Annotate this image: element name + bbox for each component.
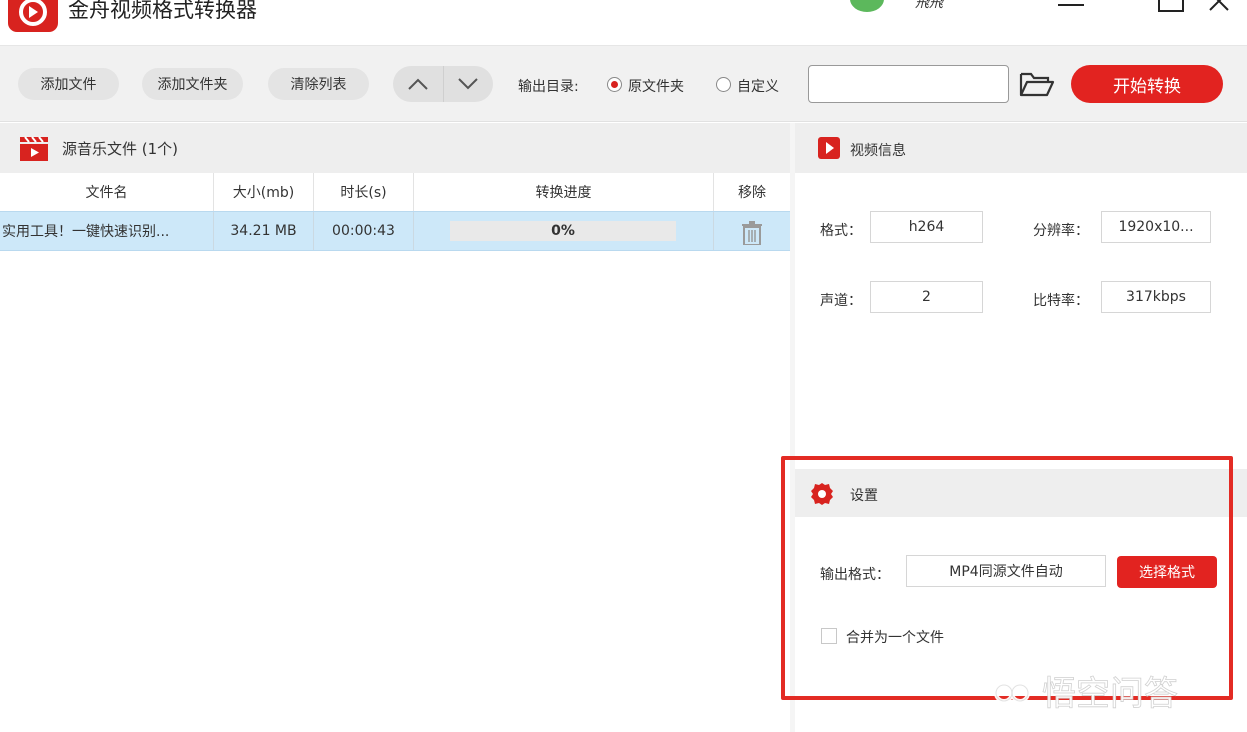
open-folder-icon[interactable] [1018, 69, 1056, 99]
column-header-duration: 时长(s) [313, 173, 413, 211]
chevron-down-icon [458, 78, 478, 90]
toolbar: 添加文件 添加文件夹 清除列表 输出目录: 原文件夹 自定义 开始转换 [0, 46, 1247, 122]
svg-text:悟空问答: 悟空问答 [1042, 674, 1178, 711]
move-down-button[interactable] [442, 66, 494, 102]
gear-icon [810, 482, 834, 506]
channels-label: 声道： [820, 293, 862, 309]
start-convert-button[interactable]: 开始转换 [1071, 65, 1223, 103]
output-dir-label: 输出目录: [518, 79, 579, 95]
column-header-name: 文件名 [85, 185, 128, 201]
wukong-watermark-logo: 悟空问答 [992, 671, 1228, 714]
column-header-remove: 移除 [713, 173, 790, 211]
format-value: h264 [870, 211, 983, 243]
progress-bar: 0% [450, 221, 676, 241]
user-avatar-icon[interactable] [850, 0, 884, 12]
file-size-cell: 34.21 MB [213, 212, 313, 250]
move-buttons [393, 66, 493, 102]
title-bar: 金舟视频格式转换器 飛飛 [0, 0, 1247, 46]
add-file-button[interactable]: 添加文件 [18, 68, 119, 100]
column-header-progress: 转换进度 [413, 173, 713, 211]
merge-checkbox[interactable] [821, 628, 837, 644]
file-list-title: 源音乐文件 (1个) [62, 140, 179, 158]
resolution-value: 1920x10... [1101, 211, 1211, 243]
bitrate-label: 比特率： [1033, 293, 1089, 309]
bitrate-value: 317kbps [1101, 281, 1211, 313]
merge-label[interactable]: 合并为一个文件 [846, 627, 944, 647]
radio-custom-label[interactable]: 自定义 [737, 76, 779, 96]
progress-text: 0% [551, 223, 575, 239]
radio-custom-folder[interactable] [716, 77, 731, 92]
trash-icon[interactable] [741, 221, 763, 246]
app-window: 金舟视频格式转换器 飛飛 添加文件 添加文件夹 清除列表 输出目录: 原文件夹 … [0, 0, 1247, 732]
app-title: 金舟视频格式转换器 [68, 0, 257, 22]
chevron-up-icon [408, 78, 428, 90]
resolution-label: 分辨率： [1033, 223, 1089, 239]
user-name[interactable]: 飛飛 [915, 0, 943, 12]
clear-list-button[interactable]: 清除列表 [268, 68, 369, 100]
settings-title: 设置 [850, 488, 878, 504]
file-list-header: 源音乐文件 (1个) [0, 123, 790, 173]
choose-format-button[interactable]: 选择格式 [1117, 556, 1217, 588]
clapperboard-icon [20, 135, 48, 161]
file-list-panel: 源音乐文件 (1个) 文件名 大小(mb) 时长(s) 转换进度 移除 实用工具… [0, 123, 790, 732]
video-info-header: 视频信息 [795, 123, 1247, 173]
column-header-size: 大小(mb) [213, 173, 313, 211]
add-folder-button[interactable]: 添加文件夹 [142, 68, 243, 100]
output-format-label: 输出格式： [820, 567, 890, 583]
maximize-icon[interactable] [1158, 0, 1184, 12]
move-up-button[interactable] [393, 66, 443, 102]
table-row[interactable]: 实用工具！一键快速识别... 34.21 MB 00:00:43 0% [0, 211, 790, 251]
output-format-value: MP4同源文件自动 [906, 555, 1106, 587]
file-name-cell: 实用工具！一键快速识别... [2, 224, 170, 240]
channels-value: 2 [870, 281, 983, 313]
panel-divider [790, 123, 795, 732]
play-icon [818, 137, 840, 159]
file-duration-cell: 00:00:43 [313, 212, 413, 250]
file-table-header: 文件名 大小(mb) 时长(s) 转换进度 移除 [0, 173, 790, 211]
settings-header: 设置 [795, 469, 1247, 517]
app-logo-icon [8, 0, 58, 32]
video-info-title: 视频信息 [850, 143, 906, 159]
format-label: 格式： [820, 223, 862, 239]
radio-original-label[interactable]: 原文件夹 [628, 76, 684, 96]
radio-original-folder[interactable] [607, 77, 622, 92]
output-path-input[interactable] [808, 65, 1009, 103]
close-icon[interactable] [1208, 0, 1230, 12]
minimize-icon[interactable] [1058, 0, 1084, 10]
